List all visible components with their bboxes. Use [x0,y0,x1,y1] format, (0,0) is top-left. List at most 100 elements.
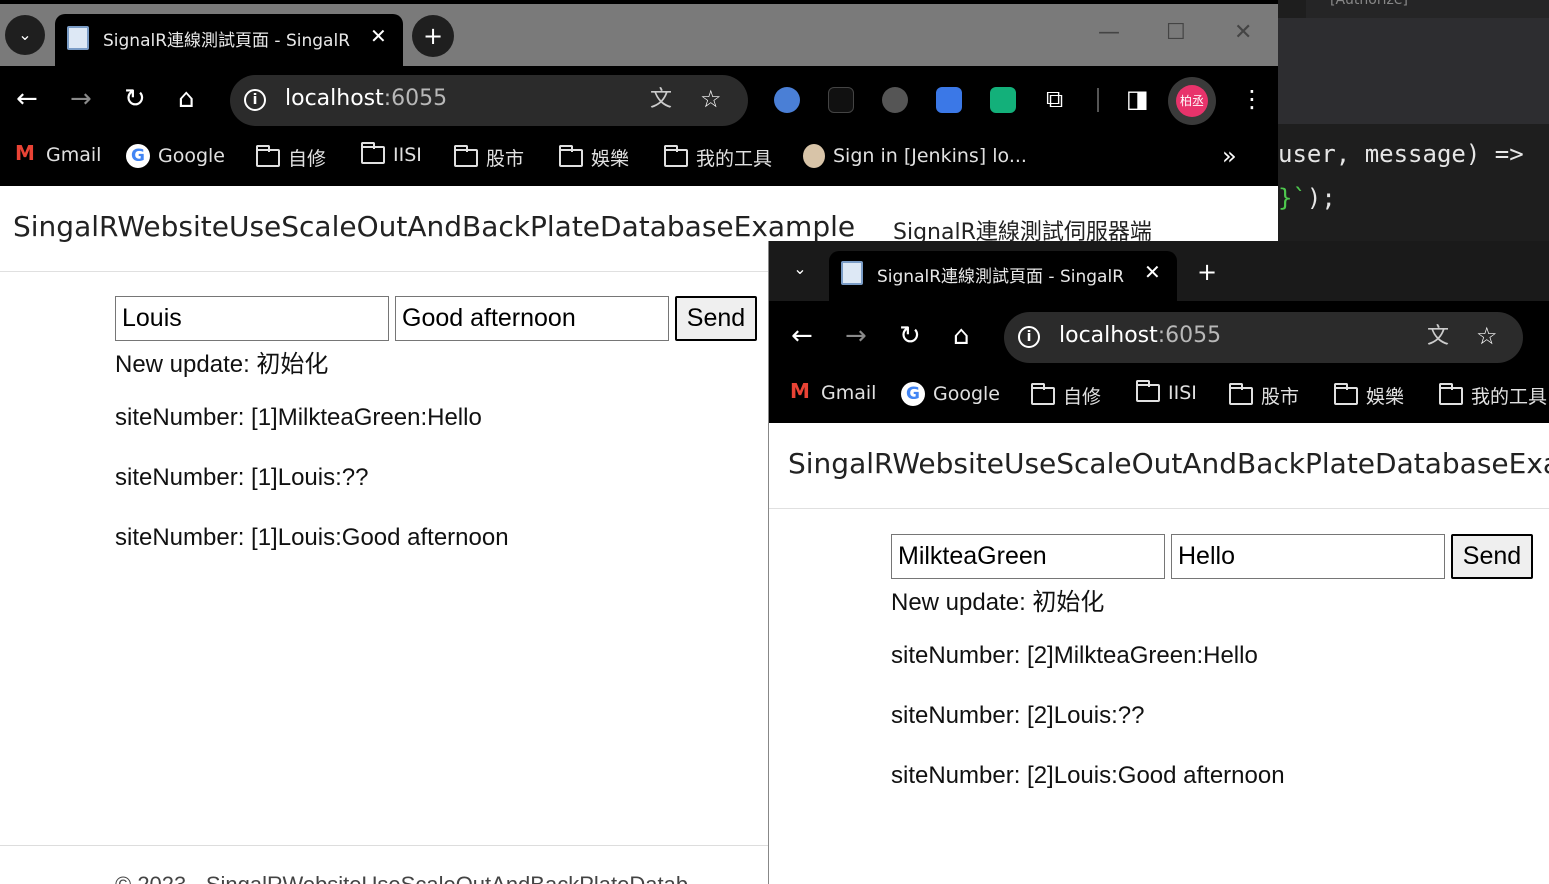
url-text[interactable]: localhost:6055 [1059,323,1221,348]
plus-icon: + [422,22,444,50]
gmail-icon [789,379,813,403]
url-text[interactable]: localhost:6055 [285,86,447,111]
home-icon[interactable]: ⌂ [178,86,195,112]
folder-icon [1229,382,1253,405]
footer-text: © 2023 - SingalRWebsiteUseScaleOutAndBac… [115,872,688,884]
google-icon: G [126,144,150,168]
address-bar[interactable]: i localhost:6055 文 ☆ [1004,312,1523,363]
tab-active[interactable]: SignalR連線測試頁面 - SingalR ✕ [829,251,1177,301]
avatar[interactable]: 柏丞 [1168,77,1216,125]
reload-icon[interactable]: ↻ [124,86,146,112]
bookmark-folder-stocks[interactable]: 股市 [1229,382,1299,409]
chevron-down-icon: ⌄ [18,25,32,44]
bookmark-folder-stocks[interactable]: 股市 [454,144,524,171]
bookmarks-overflow-button[interactable]: » [1222,142,1237,170]
bookmark-folder-self-study[interactable]: 自修 [1031,382,1101,409]
folder-icon [1334,382,1358,405]
extension-dark-icon[interactable] [828,87,854,113]
tab-title: SignalR連線測試頁面 - SingalR [877,267,1125,287]
message-item: siteNumber: [1]Louis:Good afternoon [115,524,509,551]
toolbar: ← → ↻ ⌂ i localhost:6055 文 ☆ [769,301,1549,371]
bookmark-folder-iisi[interactable]: IISI [361,142,422,166]
site-brand[interactable]: SingalRWebsiteUseScaleOutAndBackPlateDat… [13,210,855,243]
bookmark-folder-entertainment[interactable]: 娛樂 [559,144,629,171]
bookmark-jenkins[interactable]: Sign in [Jenkins] lo... [803,144,1027,168]
site-brand[interactable]: SingalRWebsiteUseScaleOutAndBackPlateDat… [788,447,1549,480]
plus-icon: + [1196,258,1218,286]
reload-icon[interactable]: ↻ [899,323,921,349]
bookmark-google[interactable]: G Google [901,382,1000,406]
bookmark-gmail[interactable]: Gmail [789,379,876,404]
tab-search-button[interactable]: ⌄ [783,252,817,286]
star-icon[interactable]: ☆ [700,86,722,112]
send-button[interactable]: Send [675,296,757,341]
extension-green-icon[interactable] [990,87,1016,113]
bookmark-google[interactable]: G Google [126,144,225,168]
gmail-icon [14,141,38,165]
site-info-icon[interactable]: i [1018,326,1040,348]
close-window-button[interactable]: ✕ [1234,20,1252,45]
google-icon: G [901,382,925,406]
tab-search-button[interactable]: ⌄ [5,15,45,55]
arrow-left-icon[interactable]: ← [791,323,813,349]
new-tab-button[interactable]: + [1187,252,1227,292]
translate-icon[interactable]: 文 [1427,324,1449,350]
folder-icon [1031,382,1055,405]
message-input[interactable] [395,296,669,341]
code-line-1: user, message) => [1278,140,1524,168]
minimize-button[interactable]: — [1098,20,1120,45]
folder-icon [664,144,688,167]
message-item: siteNumber: [2]Louis:Good afternoon [891,762,1285,789]
bookmark-folder-self-study[interactable]: 自修 [256,144,326,171]
maximize-button[interactable]: ☐ [1166,20,1186,45]
close-tab-icon[interactable]: ✕ [1144,260,1161,284]
new-tab-button[interactable]: + [412,15,454,57]
star-icon[interactable]: ☆ [1476,323,1498,349]
extension-blue-circle-icon[interactable] [774,87,800,113]
tab-strip: ⌄ SignalR連線測試頁面 - SingalR ✕ + [769,241,1549,301]
extension-gray-icon[interactable] [882,87,908,113]
page-icon [67,26,89,50]
folder-icon [1439,382,1463,405]
avatar-badge: 柏丞 [1176,85,1208,117]
user-input[interactable] [891,534,1165,579]
side-panel-icon[interactable]: ◨ [1126,86,1149,112]
message-input[interactable] [1171,534,1445,579]
code-brace: }` [1278,184,1307,212]
bookmark-folder-my-tools[interactable]: 我的工具 [1439,382,1547,409]
puzzle-icon[interactable]: ⧉ [1046,86,1063,112]
folder-icon [454,144,478,167]
site-info-icon[interactable]: i [244,89,266,111]
close-tab-icon[interactable]: ✕ [370,24,387,48]
code-rest: ); [1306,184,1336,212]
kebab-menu-icon[interactable]: ⋮ [1240,86,1264,112]
tab-strip: ⌄ SignalR連線測試頁面 - SingalR ✕ + — ☐ ✕ [0,0,1278,66]
user-input[interactable] [115,296,389,341]
folder-icon [559,144,583,167]
arrow-left-icon[interactable]: ← [16,86,38,112]
home-icon[interactable]: ⌂ [953,323,970,349]
bookmark-folder-my-tools[interactable]: 我的工具 [664,144,772,171]
address-bar[interactable]: i localhost:6055 文 ☆ [230,75,748,126]
jenkins-icon [803,144,825,168]
google-translate-icon[interactable] [936,87,962,113]
tab-title: SignalR連線測試頁面 - SingalR [103,31,351,51]
message-item: siteNumber: [2]MilkteaGreen:Hello [891,642,1258,669]
message-item: siteNumber: [1]MilkteaGreen:Hello [115,404,482,431]
translate-icon[interactable]: 文 [650,87,672,113]
browser-window-2: ⌄ SignalR連線測試頁面 - SingalR ✕ + ← → ↻ ⌂ i … [768,241,1549,884]
editor-panel [1278,18,1549,124]
tab-active[interactable]: SignalR連線測試頁面 - SingalR ✕ [55,14,403,66]
arrow-right-icon[interactable]: → [70,86,92,112]
bookmark-folder-iisi[interactable]: IISI [1136,380,1197,404]
folder-icon [1136,380,1160,402]
bookmark-gmail[interactable]: Gmail [14,141,101,166]
status-text: New update: 初始化 [115,351,329,378]
site-navbar: SingalRWebsiteUseScaleOutAndBackPlateDat… [769,423,1549,509]
bookmark-folder-entertainment[interactable]: 娛樂 [1334,382,1404,409]
send-button[interactable]: Send [1451,534,1533,579]
chevron-down-icon: ⌄ [793,259,807,278]
message-item: siteNumber: [1]Louis:?? [115,464,369,491]
toolbar: ← → ↻ ⌂ i localhost:6055 文 ☆ ⧉ ◨ 柏丞 ⋮ [0,66,1278,134]
arrow-right-icon[interactable]: → [845,323,867,349]
